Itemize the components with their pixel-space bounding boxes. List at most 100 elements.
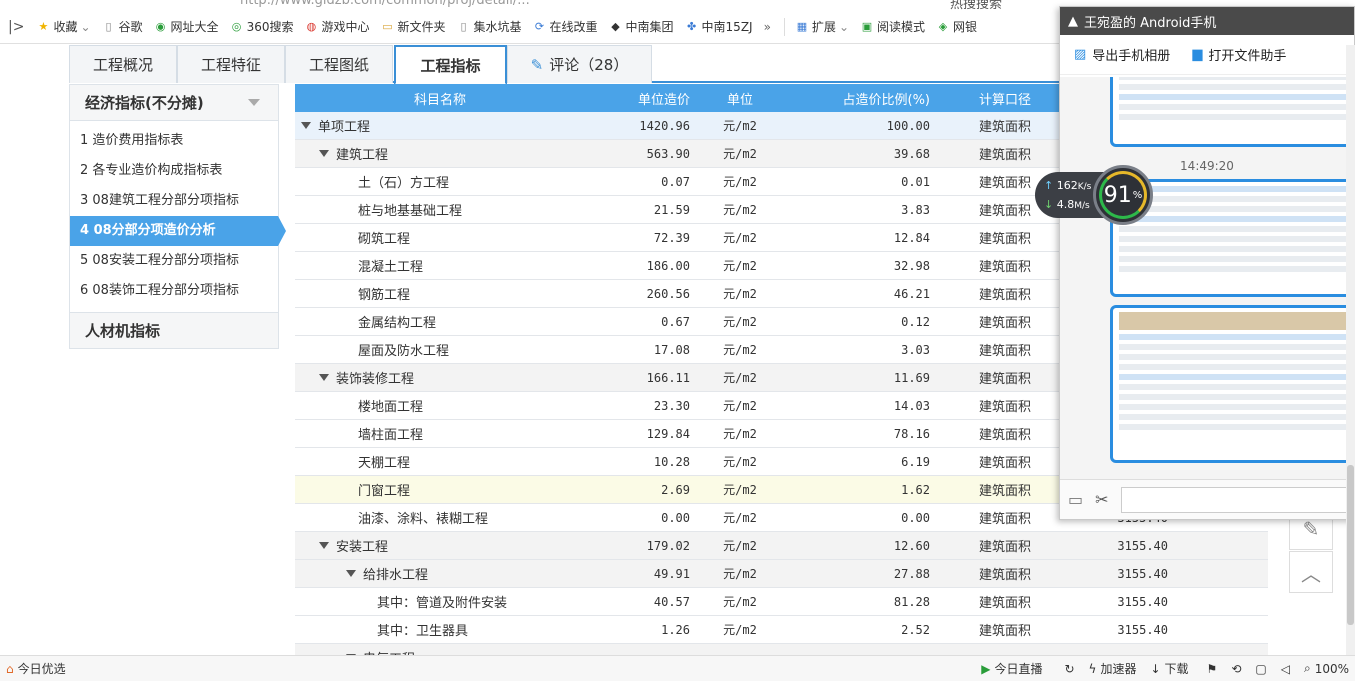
open-file-assistant-button[interactable]: ▆ 打开文件助手 — [1192, 45, 1286, 64]
divider — [783, 17, 785, 36]
cell-basis: 建筑面积 — [978, 400, 1031, 415]
sidebar-toggle-icon[interactable]: |> — [0, 19, 32, 35]
cell-ratio: 2.52 — [901, 622, 930, 637]
expand-toggle-icon[interactable] — [319, 150, 329, 157]
table-row[interactable]: 给排水工程 49.91 元/m2 27.88 建筑面积 3155.40 — [295, 560, 1268, 588]
labor-material-header[interactable]: 人材机指标 — [70, 312, 278, 348]
bookmark-item[interactable]: ◆ 中南集团 — [605, 18, 681, 35]
phone-actions: ▨ 导出手机相册 ▆ 打开文件助手 — [1060, 35, 1354, 75]
indicator-sidebar: 经济指标(不分摊) 1 造价费用指标表 2 各专业造价构成指标表 3 08建筑工程分… — [69, 84, 286, 349]
url-text[interactable]: http://www.gldzb.com/common/proj/detail/… — [240, 0, 530, 8]
status-bar: ⌂ 今日优选 ▶ 今日直播 ↻ ϟ 加速器 ↓ 下载 ⚑ ⟲ ▢ ◁ ⌕ 100… — [0, 655, 1355, 681]
chevron-up-icon: ︿ — [1301, 561, 1321, 586]
page-icon: ▯ — [460, 20, 467, 33]
indicator-list: 1 造价费用指标表 2 各专业造价构成指标表 3 08建筑工程分部分项指标 4 08分… — [70, 121, 286, 312]
netbank-button[interactable]: ◈ 网银 — [932, 18, 984, 35]
cell-unit: 元/m2 — [723, 567, 757, 581]
chevron-down-icon: ⌄ — [80, 19, 91, 34]
tab-features[interactable]: 工程特征 — [177, 45, 285, 83]
cell-ratio: 11.69 — [893, 370, 930, 385]
download-button[interactable]: ↓ 下载 — [1150, 660, 1188, 677]
expand-toggle-icon[interactable] — [319, 374, 329, 381]
download-icon: ↓ — [1150, 661, 1161, 676]
cell-basis: 建筑面积 — [978, 540, 1031, 555]
cell-unit: 元/m2 — [723, 539, 757, 553]
game-icon: ◍ — [306, 20, 317, 33]
today-picks[interactable]: ⌂ 今日优选 — [0, 660, 66, 677]
cell-basis: 建筑面积 — [978, 428, 1031, 443]
sidebar-item[interactable]: 6 08装饰工程分部分项指标 — [70, 276, 278, 306]
cell-ratio: 78.16 — [893, 426, 930, 441]
bookmark-item[interactable]: ▯ 集水坑基 — [453, 18, 529, 35]
cell-cost: 186.00 — [646, 258, 690, 273]
bookmark-item[interactable]: ▭ 新文件夹 — [376, 18, 452, 35]
bookmark-item[interactable]: ★ 收藏 ⌄ — [32, 18, 97, 35]
sound-icon[interactable]: ◁ — [1281, 662, 1290, 676]
scrollbar-thumb[interactable] — [1347, 465, 1354, 625]
sidebar-item[interactable]: 1 造价费用指标表 — [70, 126, 278, 156]
row-name: 装饰装修工程 — [336, 372, 415, 387]
cell-cost: 10.28 — [653, 454, 690, 469]
message-input[interactable] — [1120, 486, 1351, 513]
row-name: 钢筋工程 — [358, 288, 411, 303]
export-album-button[interactable]: ▨ 导出手机相册 — [1074, 45, 1170, 64]
back-to-top-button[interactable]: ︿ — [1289, 551, 1333, 593]
header-ratio: 占造价比例(%) — [842, 92, 931, 108]
tab-comments[interactable]: ✎ 评论（28） — [507, 45, 652, 83]
bookmark-item[interactable]: ▯ 谷歌 — [98, 18, 150, 35]
accelerator-button[interactable]: ϟ 加速器 — [1089, 660, 1137, 677]
paw-icon: ✤ — [686, 20, 697, 33]
tab-overview[interactable]: 工程概况 — [69, 45, 177, 83]
grid-icon: ▦ — [796, 20, 808, 33]
cell-unit: 元/m2 — [723, 175, 757, 189]
sidebar-item[interactable]: 3 08建筑工程分部分项指标 — [70, 186, 278, 216]
reading-mode-button[interactable]: ▣ 阅读模式 — [856, 18, 932, 35]
folder-icon[interactable]: ▭ — [1068, 490, 1083, 509]
tab-indicators[interactable]: 工程指标 — [394, 45, 507, 85]
sidebar-item[interactable]: 5 08安装工程分部分项指标 — [70, 246, 278, 276]
cell-ratio: 12.84 — [893, 230, 930, 245]
header-name: 科目名称 — [413, 92, 466, 108]
row-name: 天棚工程 — [358, 456, 411, 471]
history-icon[interactable]: ⟲ — [1231, 662, 1241, 676]
cell-cost: 21.59 — [653, 202, 690, 217]
extensions-button[interactable]: ▦ 扩展 ⌄ — [791, 18, 856, 35]
bookmark-item[interactable]: ◎ 360搜索 — [226, 18, 301, 35]
zoom-control[interactable]: ⌕ 100% — [1304, 661, 1349, 676]
cell-basis: 建筑面积 — [978, 344, 1031, 359]
bookmark-item[interactable]: ◉ 网址大全 — [150, 18, 226, 35]
flag-icon[interactable]: ⚑ — [1207, 662, 1218, 676]
more-bookmarks-button[interactable]: » — [760, 20, 778, 34]
expand-toggle-icon[interactable] — [346, 570, 356, 577]
bookmark-item[interactable]: ◍ 游戏中心 — [300, 18, 376, 35]
table-row[interactable]: 安装工程 179.02 元/m2 12.60 建筑面积 3155.40 — [295, 532, 1268, 560]
cell-basis: 建筑面积 — [978, 260, 1031, 275]
window-icon[interactable]: ▢ — [1255, 662, 1266, 676]
cell-basis: 建筑面积 — [978, 596, 1031, 611]
android-icon: ▲ — [1068, 13, 1078, 29]
tab-drawings[interactable]: 工程图纸 — [285, 45, 393, 83]
bookmark-item[interactable]: ⟳ 在线改重 — [529, 18, 605, 35]
row-name: 砌筑工程 — [358, 232, 411, 247]
table-row[interactable]: 其中：卫生器具 1.26 元/m2 2.52 建筑面积 3155.40 — [295, 616, 1268, 644]
page-scrollbar[interactable] — [1346, 45, 1355, 655]
bookmark-item[interactable]: ✤ 中南15ZJ — [681, 18, 760, 35]
expand-toggle-icon[interactable] — [319, 542, 329, 549]
cell-unit: 元/m2 — [723, 371, 757, 385]
economic-indicators-header[interactable]: 经济指标(不分摊) — [70, 85, 278, 121]
cell-ratio: 3.83 — [901, 202, 930, 217]
table-row[interactable]: 其中：管道及附件安装 40.57 元/m2 81.28 建筑面积 3155.40 — [295, 588, 1268, 616]
cell-area: 3155.40 — [1117, 594, 1168, 609]
memory-gauge[interactable]: 91% — [1093, 165, 1153, 225]
phone-assistant-panel: ▲ 王宛盈的 Android手机 ▨ 导出手机相册 ▆ 打开文件助手 14:49… — [1059, 6, 1355, 520]
row-name: 单项工程 — [318, 120, 371, 135]
sidebar-item[interactable]: 4 08分部分项造价分析 — [70, 216, 286, 246]
scissors-icon[interactable]: ✂ — [1095, 490, 1108, 509]
expand-toggle-icon[interactable] — [301, 122, 311, 129]
screenshot-thumbnail[interactable] — [1110, 305, 1354, 463]
search-text[interactable]: 热搜搜索 — [950, 0, 1002, 10]
sidebar-item[interactable]: 2 各专业造价构成指标表 — [70, 156, 278, 186]
refresh-icon[interactable]: ↻ — [1064, 662, 1074, 676]
screenshot-thumbnail[interactable] — [1110, 77, 1354, 147]
live-button[interactable]: ▶ 今日直播 — [981, 660, 1042, 677]
